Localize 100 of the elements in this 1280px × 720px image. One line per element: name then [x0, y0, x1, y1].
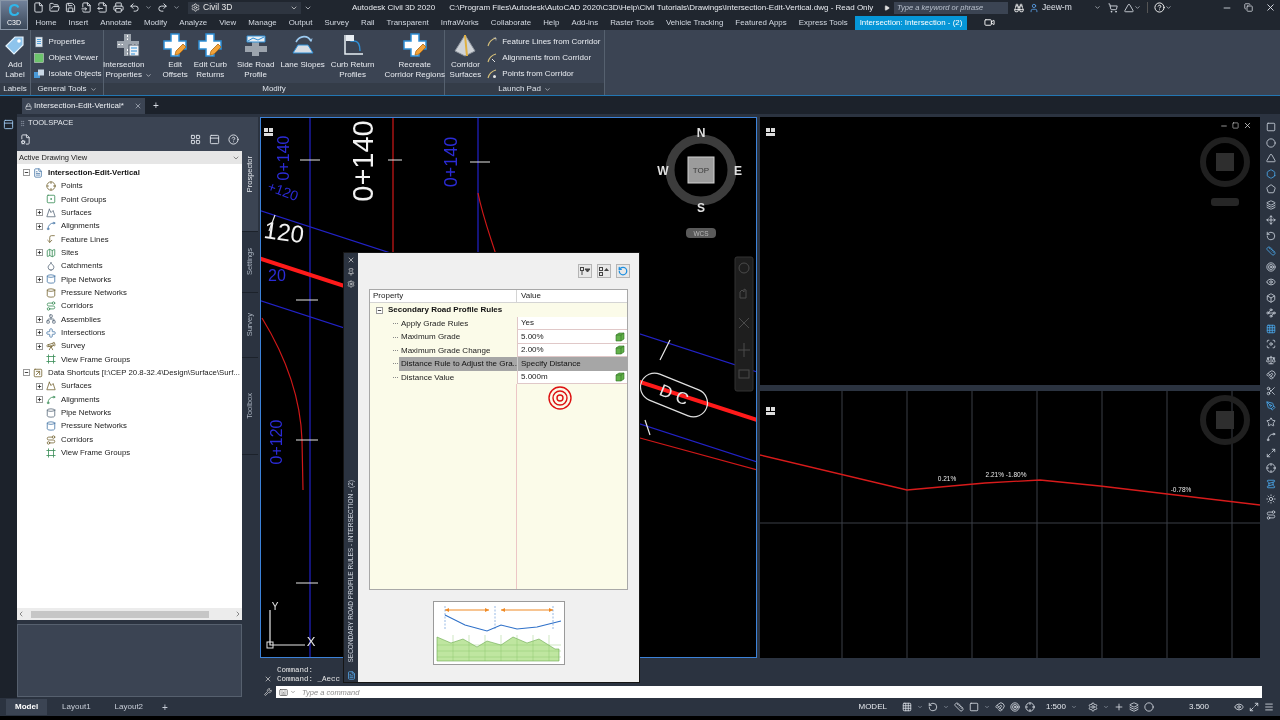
- pin-icon[interactable]: [347, 268, 355, 276]
- new-layout-button[interactable]: +: [158, 699, 172, 715]
- spool-icon[interactable]: [1266, 478, 1276, 489]
- close-icon[interactable]: [347, 256, 355, 264]
- hexagon-icon[interactable]: [1266, 168, 1276, 179]
- spline-icon[interactable]: [1266, 432, 1276, 442]
- close-icon[interactable]: [1265, 2, 1276, 13]
- panel-title[interactable]: Launch Pad: [445, 83, 604, 95]
- ribbon-button[interactable]: Recreate Corridor Regions: [381, 33, 448, 80]
- tree-menu-button[interactable]: [578, 264, 592, 278]
- square-icon[interactable]: [1266, 122, 1276, 132]
- pentagon-icon[interactable]: [1266, 184, 1276, 194]
- compass-letter[interactable]: S: [697, 201, 705, 215]
- expand-icon[interactable]: [36, 382, 43, 390]
- panel-title[interactable]: Labels: [0, 83, 30, 95]
- panel-title[interactable]: General Tools: [31, 83, 103, 95]
- rotate-icon[interactable]: [1266, 230, 1276, 241]
- triangle-right-icon[interactable]: [884, 4, 890, 11]
- model-space-toggle[interactable]: MODEL: [858, 701, 887, 713]
- move-icon[interactable]: [1266, 215, 1276, 225]
- focus-icon[interactable]: [1266, 339, 1276, 349]
- circle-icon[interactable]: [1143, 702, 1154, 712]
- expand-icon[interactable]: [36, 396, 43, 403]
- ribbon-button[interactable]: Lane Slopes: [277, 33, 328, 70]
- windows-icon[interactable]: [190, 133, 201, 145]
- expand-icon[interactable]: [36, 275, 43, 283]
- help-icon[interactable]: [228, 133, 239, 145]
- save-icon[interactable]: [65, 2, 76, 13]
- scroll-left-icon[interactable]: [17, 610, 25, 618]
- wrench-icon[interactable]: [264, 688, 272, 696]
- menu-icon[interactable]: [1264, 702, 1274, 712]
- binoculars-icon[interactable]: [1014, 2, 1024, 13]
- close-icon[interactable]: [1243, 121, 1252, 130]
- document-gear-icon[interactable]: [20, 133, 31, 145]
- crosshair-icon[interactable]: [1266, 463, 1276, 473]
- maximize-icon[interactable]: [1232, 122, 1239, 129]
- new-tab-button[interactable]: +: [149, 98, 163, 114]
- column-header[interactable]: Property: [370, 290, 517, 302]
- ribbon-button[interactable]: Isolate Objects: [32, 66, 102, 82]
- property-name[interactable]: Maximum Grade Change: [399, 343, 517, 358]
- gear-icon[interactable]: [347, 280, 355, 288]
- horizontal-scrollbar[interactable]: [17, 608, 242, 620]
- expand-icon[interactable]: [36, 342, 43, 350]
- annotation-scale[interactable]: 1:500: [1045, 701, 1066, 713]
- ribbon-button[interactable]: Alignments from Corridor: [486, 50, 601, 66]
- magnet-icon[interactable]: [994, 702, 1005, 712]
- compass-letter[interactable]: N: [696, 126, 706, 140]
- command-menu-button[interactable]: [276, 686, 298, 698]
- property-value[interactable]: 5.00%: [517, 330, 627, 344]
- property-value[interactable]: Specify Distance: [517, 357, 627, 371]
- user-name[interactable]: Jeew-m: [1042, 1, 1094, 14]
- picker-icon[interactable]: [615, 371, 625, 382]
- tree-sort-button[interactable]: [597, 264, 611, 278]
- caret-icon[interactable]: [173, 4, 180, 11]
- column-header[interactable]: Value: [517, 290, 627, 302]
- eye-icon[interactable]: [1266, 277, 1276, 287]
- view-cube-face[interactable]: TOP: [687, 156, 715, 184]
- waypoints-icon[interactable]: [1266, 308, 1276, 318]
- file-output-icon[interactable]: [97, 2, 108, 13]
- property-name[interactable]: Apply Grade Rules: [399, 317, 517, 331]
- scissors-icon[interactable]: [1266, 385, 1276, 396]
- ribbon-button[interactable]: Side Road Profile: [234, 33, 278, 80]
- folder-icon[interactable]: [49, 2, 60, 13]
- eye-icon[interactable]: [1234, 702, 1244, 712]
- cube-icon[interactable]: [1266, 292, 1276, 303]
- layout-tab[interactable]: Model: [6, 699, 48, 715]
- expand-icon[interactable]: [36, 315, 43, 323]
- ribbon-button[interactable]: Add Label: [0, 33, 30, 80]
- user-icon[interactable]: [1029, 2, 1039, 13]
- restore-icon[interactable]: [1244, 3, 1253, 12]
- ribbon-button[interactable]: Properties: [32, 34, 102, 50]
- caret-icon[interactable]: [1094, 4, 1101, 11]
- viewport-icon[interactable]: [264, 128, 273, 136]
- ribbon-button[interactable]: Edit Curb Returns: [190, 33, 230, 80]
- scroll-right-icon[interactable]: [234, 610, 242, 618]
- expand-icon[interactable]: [1249, 702, 1259, 712]
- collapse-icon[interactable]: [376, 306, 383, 314]
- picker-icon[interactable]: [615, 331, 625, 342]
- target-icon[interactable]: [1009, 702, 1020, 712]
- caret-icon[interactable]: [145, 4, 152, 11]
- printer-icon[interactable]: [113, 2, 124, 13]
- magnet-icon[interactable]: [1266, 370, 1276, 380]
- compass-letter[interactable]: E: [734, 164, 742, 178]
- expand-icon[interactable]: [1266, 447, 1276, 458]
- property-name[interactable]: Maximum Grade: [399, 330, 517, 344]
- scroll-thumb[interactable]: [31, 610, 209, 618]
- ribbon-button[interactable]: Corridor Surfaces: [446, 33, 485, 80]
- panel-title[interactable]: Modify: [104, 83, 444, 95]
- ribbon-button[interactable]: Object Viewer: [32, 50, 102, 66]
- expand-icon[interactable]: [36, 249, 43, 257]
- file-input-icon[interactable]: [81, 2, 92, 13]
- collapse-icon[interactable]: [23, 369, 30, 377]
- expand-icon[interactable]: [36, 222, 43, 230]
- circle-icon[interactable]: [1266, 137, 1276, 148]
- route-icon[interactable]: [1266, 509, 1276, 520]
- pen-icon[interactable]: [1266, 401, 1276, 411]
- ribbon-button[interactable]: Edit Offsets: [159, 33, 191, 80]
- close-icon[interactable]: [264, 675, 272, 683]
- triangle-icon[interactable]: [1266, 153, 1276, 163]
- sheet-icon[interactable]: [346, 671, 356, 680]
